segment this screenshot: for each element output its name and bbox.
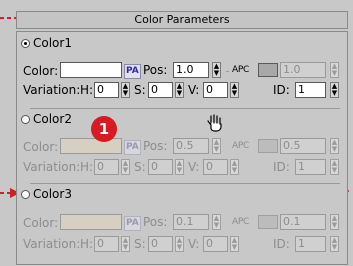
color2-s-input[interactable]: 0	[148, 159, 173, 175]
color2-apc-spinner[interactable]: ▲ ▼	[330, 138, 339, 154]
color3-h-spinner[interactable]: ▲ ▼	[121, 236, 130, 252]
color3-id-spinner[interactable]: ▲ ▼	[330, 236, 339, 252]
color2-apc-label: APC	[232, 141, 249, 151]
color1-apc-toggle[interactable]	[258, 63, 278, 77]
color3-v-spinner[interactable]: ▲ ▼	[230, 236, 239, 252]
color2-h-spinner[interactable]: ▲ ▼	[121, 159, 130, 175]
color1-v-label: V:	[188, 83, 200, 97]
color3-s-spinner[interactable]: ▲ ▼	[175, 236, 184, 252]
color3-apc-label: APC	[232, 217, 249, 227]
color3-apc-toggle[interactable]	[258, 215, 278, 229]
color2-pos-label: Pos:	[143, 139, 168, 153]
divider	[30, 183, 340, 184]
color3-pos-label: Pos:	[143, 215, 168, 229]
color1-pos-spinner[interactable]: ▲ ▼	[212, 62, 221, 78]
color3-radio[interactable]	[21, 190, 30, 199]
color2-apc-value[interactable]: 0.5	[280, 138, 326, 154]
color1-h-input[interactable]: 0	[94, 82, 119, 98]
color3-id-label: ID:	[273, 237, 290, 251]
color3-h-label: H:	[80, 237, 94, 251]
color2-s-spinner[interactable]: ▲ ▼	[175, 159, 184, 175]
color3-variation-label: Variation:	[23, 237, 81, 251]
color1-variation-label: Variation:	[23, 83, 81, 97]
color2-variation-label: Variation:	[23, 160, 81, 174]
color2-label: Color2	[33, 112, 72, 126]
hand-cursor-icon	[207, 114, 222, 132]
color2-color-label: Color:	[23, 140, 59, 154]
color2-pos-spinner[interactable]: ▲ ▼	[212, 138, 221, 154]
color2-v-label: V:	[188, 160, 200, 174]
color2-pos-input[interactable]: 0.5	[173, 138, 209, 154]
color3-pos-input[interactable]: 0.1	[173, 214, 209, 230]
color1-h-label: H:	[80, 83, 94, 97]
color1-label: Color1	[33, 36, 72, 50]
color1-s-spinner[interactable]: ▲ ▼	[175, 82, 184, 98]
color2-id-input[interactable]: 1	[295, 159, 326, 175]
color3-color-label: Color:	[23, 216, 59, 230]
color2-id-spinner[interactable]: ▲ ▼	[330, 159, 339, 175]
color3-h-input[interactable]: 0	[94, 236, 119, 252]
color1-id-label: ID:	[273, 83, 290, 97]
color3-pos-spinner[interactable]: ▲ ▼	[212, 214, 221, 230]
color2-swatch[interactable]	[60, 138, 122, 154]
color-parameters-title[interactable]: Color Parameters	[16, 11, 348, 29]
color1-id-spinner[interactable]: ▲ ▼	[330, 82, 339, 98]
color1-s-label: S:	[134, 83, 146, 97]
color2-h-input[interactable]: 0	[94, 159, 119, 175]
color3-s-label: S:	[134, 237, 146, 251]
color3-v-label: V:	[188, 237, 200, 251]
color1-color-label: Color:	[23, 64, 59, 78]
color1-h-spinner[interactable]: ▲ ▼	[121, 82, 130, 98]
color2-h-label: H:	[80, 160, 94, 174]
color1-s-input[interactable]: 0	[148, 82, 173, 98]
color1-radio[interactable]	[21, 39, 30, 48]
color1-pos-label: Pos:	[143, 63, 168, 77]
color3-apc-spinner[interactable]: ▲ ▼	[330, 214, 339, 230]
color2-pa-button[interactable]: PA	[124, 140, 141, 155]
color3-s-input[interactable]: 0	[148, 236, 173, 252]
divider	[30, 108, 340, 109]
color1-v-input[interactable]: 0	[203, 82, 228, 98]
color2-s-label: S:	[134, 160, 146, 174]
color1-id-input[interactable]: 1	[295, 82, 326, 98]
color1-apc-label: APC	[232, 65, 249, 75]
color2-v-spinner[interactable]: ▲ ▼	[230, 159, 239, 175]
color3-swatch[interactable]	[60, 214, 122, 230]
color2-apc-toggle[interactable]	[258, 139, 278, 153]
color2-v-input[interactable]: 0	[203, 159, 228, 175]
color1-apc-spinner[interactable]: ▲ ▼	[330, 62, 339, 78]
color1-pa-button[interactable]: PA	[124, 64, 141, 79]
color3-v-input[interactable]: 0	[203, 236, 228, 252]
color3-pa-button[interactable]: PA	[124, 216, 141, 231]
color3-id-input[interactable]: 1	[295, 236, 326, 252]
color3-label: Color3	[33, 187, 72, 201]
color2-id-label: ID:	[273, 160, 290, 174]
color2-radio[interactable]	[21, 115, 30, 124]
color1-apc-value[interactable]: 1.0	[280, 62, 326, 78]
color3-apc-value[interactable]: 0.1	[280, 214, 326, 230]
annotation-badge: 1	[91, 116, 117, 142]
color1-swatch[interactable]	[60, 62, 122, 78]
color1-v-spinner[interactable]: ▲ ▼	[230, 82, 239, 98]
color1-pos-input[interactable]: 1.0	[173, 62, 209, 78]
